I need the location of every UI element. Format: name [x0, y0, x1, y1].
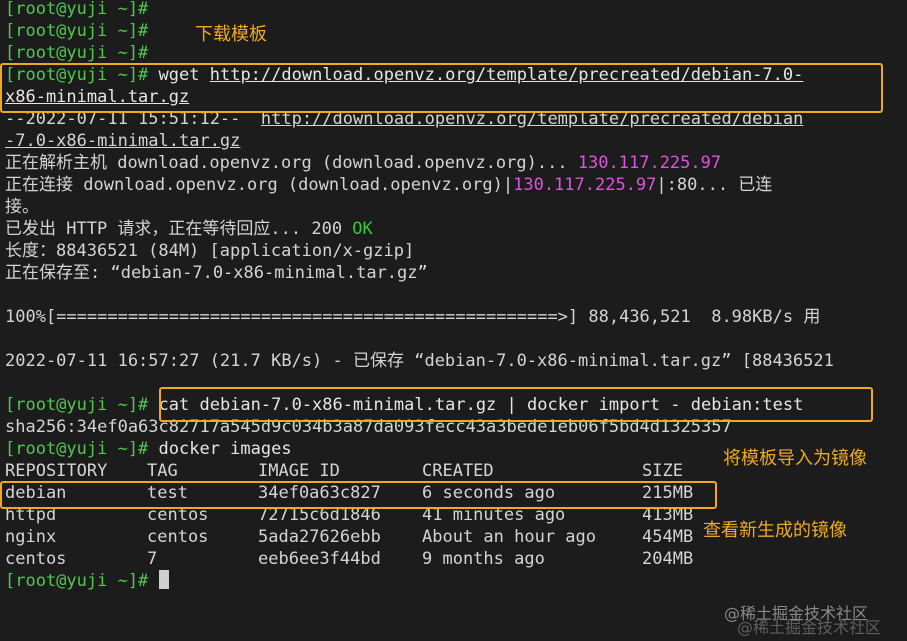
table-cell: 7 [147, 549, 158, 569]
annotation-download-template: 下载模板 [195, 24, 267, 45]
table-header: REPOSITORY [5, 460, 107, 482]
output-line: -7.0-x86-minimal.tar.gz [5, 130, 240, 152]
debian-row-highlight-box [0, 481, 717, 509]
watermark-shadow: @稀土掘金技术社区 [737, 618, 882, 637]
annotation-import-as-image: 将模板导入为镜像 [723, 448, 867, 469]
text-cursor [158, 570, 169, 589]
output-line: 正在连接 download.openvz.org (download.openv… [5, 174, 772, 196]
output-line: 接。 [5, 196, 39, 218]
table-cell: 9 months ago [422, 549, 545, 569]
connecting-text: 接。 [5, 197, 39, 217]
output-line: 已发出 HTTP 请求，正在等待回应... 200 OK [5, 218, 373, 240]
url-link[interactable]: -7.0-x86-minimal.tar.gz [5, 131, 240, 151]
col-header-tag: TAG [147, 461, 178, 481]
prompt: [root@yuji ~]# [5, 43, 149, 63]
table-header: SIZE [642, 460, 683, 482]
import-highlight-box [159, 387, 873, 422]
output-line: 正在解析主机 download.openvz.org (download.ope… [5, 152, 721, 174]
status-ok: OK [352, 219, 373, 239]
table-cell: 204MB [642, 549, 694, 569]
table-cell: eeb6ee3f44bd [258, 549, 381, 569]
output-line: 正在保存至: “debian-7.0-x86-minimal.tar.gz” [5, 262, 428, 284]
prompt-line: [root@yuji ~]# [5, 20, 148, 42]
command-text: docker images [148, 439, 292, 459]
table-cell: 5ada27626ebb [258, 527, 381, 547]
col-header-image-id: IMAGE ID [258, 461, 340, 481]
prompt: [root@yuji ~]# [5, 571, 149, 591]
connecting-text: 正在连接 download.openvz.org (download.openv… [5, 175, 514, 195]
table-header: TAG [147, 460, 178, 482]
prompt-line: [root@yuji ~]# [5, 42, 148, 64]
http-status-text: 已发出 HTTP 请求，正在等待回应... 200 [5, 219, 353, 239]
table-cell: nginx [5, 527, 57, 547]
saving-text: 正在保存至: “debian-7.0-x86-minimal.tar.gz” [5, 263, 428, 283]
prompt: [root@yuji ~]# [5, 21, 149, 41]
output-line: 长度：88436521 (84M) [application/x-gzip] [5, 240, 414, 262]
images-command-line: [root@yuji ~]# docker images [5, 438, 292, 460]
output-line: 2022-07-11 16:57:27 (21.7 KB/s) - 已保存 “d… [5, 350, 834, 372]
resolving-text: 正在解析主机 download.openvz.org (download.ope… [5, 153, 578, 173]
table-header: IMAGE ID [258, 460, 340, 482]
col-header-size: SIZE [642, 461, 683, 481]
table-cell: centos [5, 549, 67, 569]
prompt: [root@yuji ~]# [5, 439, 149, 459]
table-cell: 454MB [642, 527, 694, 547]
table-header: CREATED [422, 460, 494, 482]
ip-address: 130.117.225.97 [513, 175, 657, 195]
prompt: [root@yuji ~]# [5, 0, 149, 19]
saved-text: 2022-07-11 16:57:27 (21.7 KB/s) - 已保存 “d… [5, 351, 834, 371]
table-cell: centos [147, 527, 209, 547]
col-header-created: CREATED [422, 461, 494, 481]
prompt: [root@yuji ~]# [5, 395, 149, 415]
col-header-repository: REPOSITORY [5, 461, 108, 481]
length-text: 长度：88436521 (84M) [application/x-gzip] [5, 241, 415, 261]
prompt-line: [root@yuji ~]# [5, 0, 148, 20]
progress-line: 100%[===================================… [5, 306, 820, 328]
progress-bar: 100%[===================================… [5, 307, 821, 327]
table-cell: About an hour ago [422, 527, 596, 547]
annotation-view-new-image: 查看新生成的镜像 [703, 520, 847, 541]
active-prompt-line[interactable]: [root@yuji ~]# [5, 570, 169, 592]
ip-address: 130.117.225.97 [577, 153, 722, 173]
wget-highlight-box [0, 63, 883, 113]
connecting-text: |:80... 已连 [656, 175, 773, 195]
